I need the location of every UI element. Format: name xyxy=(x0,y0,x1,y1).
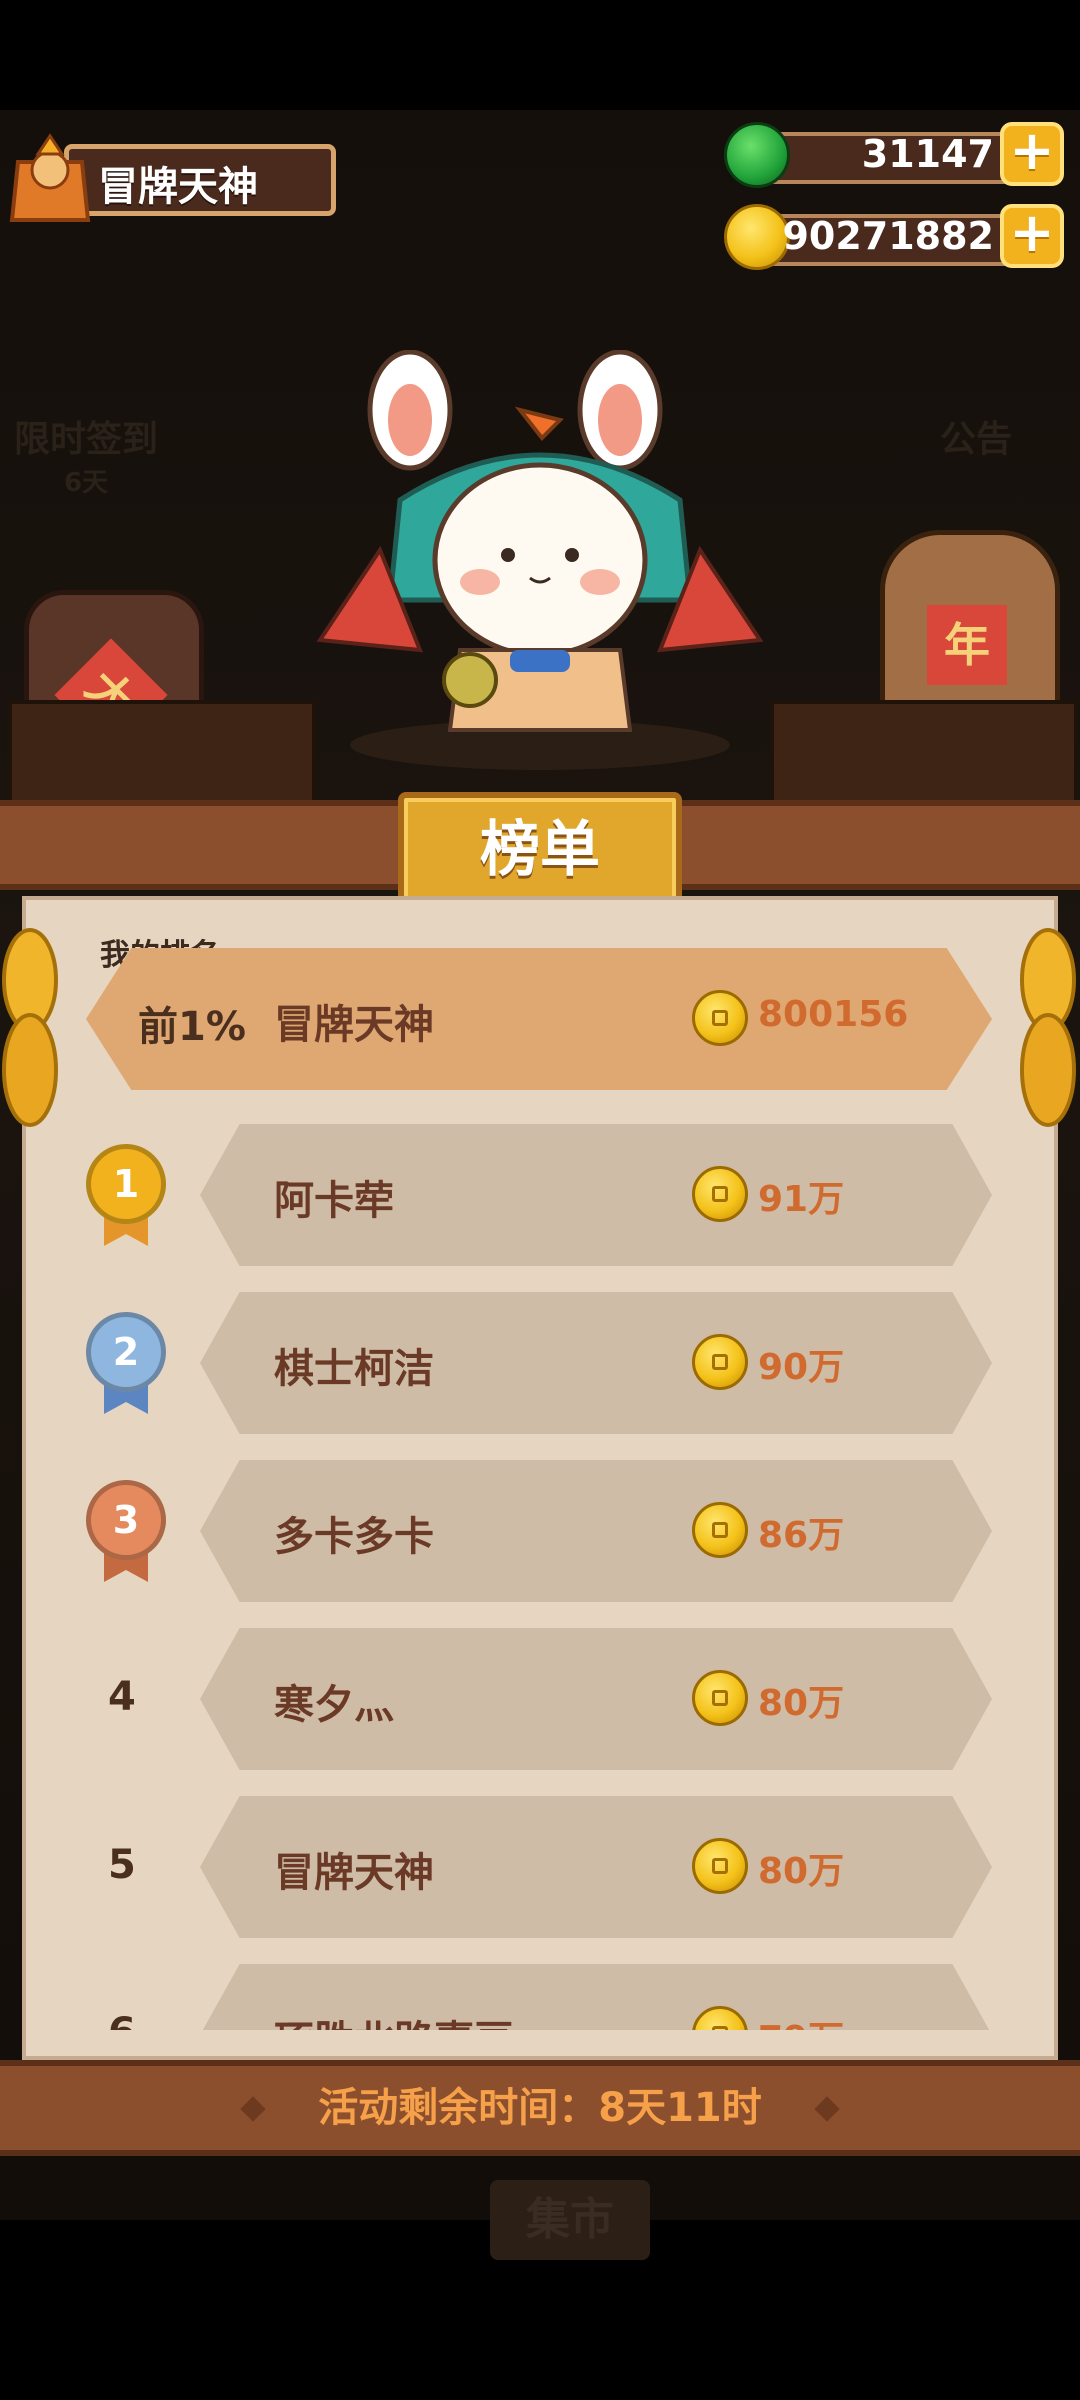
coin-icon xyxy=(724,204,790,270)
event-time-left: 活动剩余时间：8天11时 xyxy=(318,2085,762,2131)
table-row[interactable]: 6 琢胜北路嘉豆 79万 xyxy=(0,1964,1080,2030)
table-row[interactable]: 5 冒牌天神 80万 xyxy=(0,1796,1080,1938)
row-rank: 5 xyxy=(108,1842,136,1888)
coin-currency: 90271882 + xyxy=(724,204,1064,270)
player-tag[interactable]: 冒牌天神 xyxy=(8,132,338,224)
player-avatar-icon xyxy=(9,133,91,222)
row-name: 琢胜北路嘉豆 xyxy=(274,2008,514,2030)
event-timer-bar: 活动剩余时间：8天11时 xyxy=(0,2060,1080,2156)
row-name: 棋士柯洁 xyxy=(274,1346,434,1392)
table-row[interactable]: 1 阿卡荦 91万 xyxy=(0,1124,1080,1266)
checkin-button[interactable]: 限时签到 6天 xyxy=(14,410,158,499)
row-score: 79万 xyxy=(758,2010,844,2030)
coin-icon xyxy=(692,990,748,1046)
row-score: 90万 xyxy=(758,1347,845,1388)
silver-medal-icon: 2 xyxy=(86,1312,166,1414)
row-score: 91万 xyxy=(758,1179,845,1220)
row-score: 80万 xyxy=(758,1851,845,1892)
rabbit-mascot-icon xyxy=(316,350,764,770)
my-rank-value: 前1% xyxy=(138,1004,246,1050)
row-score: 86万 xyxy=(758,1515,845,1556)
player-name: 冒牌天神 xyxy=(98,164,258,210)
add-jade-button[interactable]: + xyxy=(1000,122,1064,186)
row-score: 80万 xyxy=(758,1683,845,1724)
coin-icon xyxy=(692,1502,748,1558)
table-row[interactable]: 3 多卡多卡 86万 xyxy=(0,1460,1080,1602)
row-rank: 6 xyxy=(108,2010,136,2030)
bronze-medal-icon: 3 xyxy=(86,1480,166,1582)
my-rank-score: 800156 xyxy=(758,994,909,1035)
coin-icon xyxy=(692,1166,748,1222)
my-rank-row[interactable]: 前1% 冒牌天神 800156 xyxy=(0,948,1080,1090)
jade-value: 31147 xyxy=(861,132,994,176)
table-row[interactable]: 4 寒夕灬 80万 xyxy=(0,1628,1080,1770)
leaderboard-title: 榜单 xyxy=(398,792,682,910)
jade-currency: 31147 + xyxy=(724,122,1064,188)
jade-icon xyxy=(724,122,790,188)
coin-value: 90271882 xyxy=(782,214,994,258)
row-name: 多卡多卡 xyxy=(274,1514,434,1560)
row-name: 冒牌天神 xyxy=(274,1850,434,1896)
row-name: 阿卡荦 xyxy=(274,1178,394,1224)
add-coins-button[interactable]: + xyxy=(1000,204,1064,268)
row-rank: 4 xyxy=(108,1674,136,1720)
diamond-right-icon xyxy=(814,2096,840,2122)
my-rank-name: 冒牌天神 xyxy=(274,1002,434,1048)
gold-medal-icon: 1 xyxy=(86,1144,166,1246)
coin-icon xyxy=(692,1334,748,1390)
row-name: 寒夕灬 xyxy=(274,1682,394,1728)
diamond-left-icon xyxy=(240,2096,266,2122)
market-button[interactable]: 集市 xyxy=(490,2180,650,2260)
table-row[interactable]: 2 棋士柯洁 90万 xyxy=(0,1292,1080,1434)
leaderboard-list[interactable]: 1 阿卡荦 91万 2 棋士柯洁 90万 3 多卡多卡 86万 4 寒夕灬 80… xyxy=(0,1100,1080,2030)
coin-icon xyxy=(692,1838,748,1894)
coin-icon xyxy=(692,1670,748,1726)
notice-button[interactable]: 公告 xyxy=(940,410,1012,462)
